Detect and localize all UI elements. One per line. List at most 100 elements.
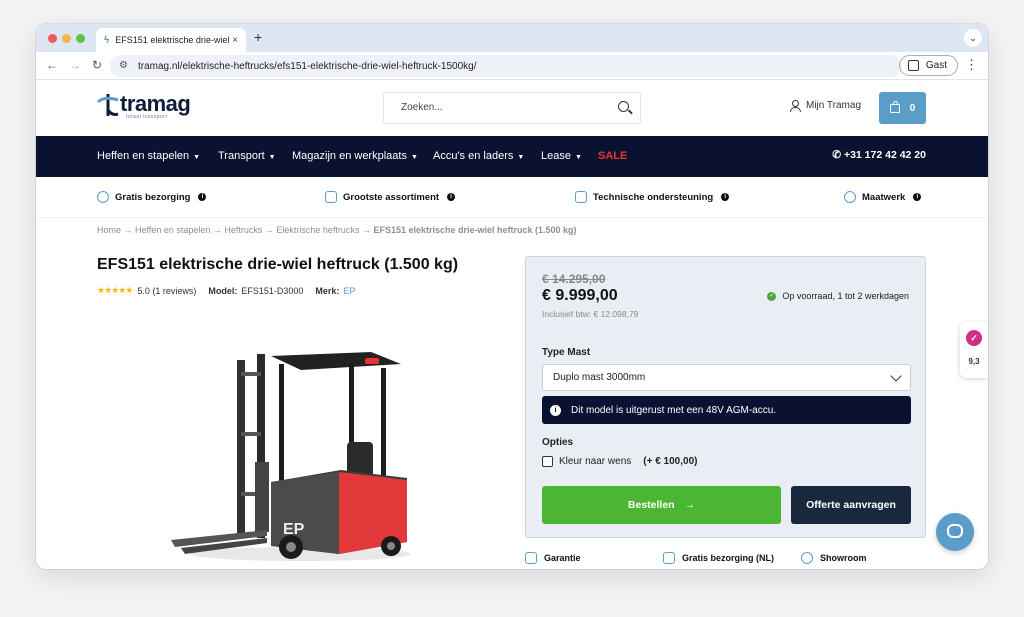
profile-label: Gast (925, 60, 947, 71)
logo-tagline: totaal transport (126, 114, 168, 120)
chevron-down-icon (890, 370, 902, 382)
cart-count: 0 (909, 102, 916, 114)
nav-item-magazijn-en-werkplaats[interactable]: Magazijn en werkplaats ▼ (292, 150, 418, 162)
kiyoh-logo-icon: ✓ (966, 330, 982, 346)
new-tab-icon[interactable]: + (254, 29, 262, 45)
breadcrumb-current: EFS151 elektrische drie-wiel heftruck (1… (373, 225, 577, 235)
forward-icon[interactable]: → (69, 58, 81, 72)
cart-button[interactable]: 0 (879, 92, 926, 124)
usp-technische-ondersteuning[interactable]: Technische ondersteuning i (575, 191, 730, 203)
search-icon[interactable] (618, 101, 629, 112)
phone-icon: ✆ (832, 149, 842, 161)
phone-link[interactable]: ✆ +31 172 42 42 20 (832, 149, 926, 161)
usp-label: Maatwerk (862, 191, 906, 203)
close-window-button[interactable] (48, 34, 57, 43)
chevron-down-icon: ▼ (574, 154, 582, 161)
usp-gratis-bezorging[interactable]: Gratis bezorging i (97, 191, 207, 203)
model-value: EFS151-D3000 (241, 285, 304, 296)
nav-item-lease[interactable]: Lease ▼ (541, 150, 582, 162)
tramag-favicon-icon: ϟ (104, 34, 110, 46)
profile-icon (907, 60, 919, 71)
nav-item-heffen-en-stapelen[interactable]: Heffen en stapelen ▼ (97, 150, 200, 162)
notice-text: Dit model is uitgerust met een 48V AGM-a… (571, 404, 777, 416)
info-icon[interactable]: i (913, 193, 922, 201)
brand-link[interactable]: EP (343, 286, 355, 296)
breadcrumb: Home → Heffen en stapelen → Heftrucks → … (97, 225, 577, 235)
nav-item-sale[interactable]: SALE (598, 150, 627, 162)
order-button[interactable]: Bestellen → (542, 486, 781, 524)
site-settings-icon[interactable]: ⚙ (119, 60, 128, 71)
nav-label: Magazijn en werkplaats (292, 150, 407, 162)
nav-label: Lease (541, 150, 571, 162)
account-link[interactable]: Mijn Tramag (790, 100, 861, 112)
reload-icon[interactable]: ↻ (92, 58, 102, 72)
tab-bar: ϟ EFS151 elektrische drie-wiel heftruck … (36, 24, 988, 52)
euro-icon (97, 191, 109, 203)
usp-label: Garantie (544, 553, 581, 563)
browser-window: ϟ EFS151 elektrische drie-wiel heftruck … (36, 24, 988, 569)
browser-tab[interactable]: ϟ EFS151 elektrische drie-wiel heftruck … (96, 28, 246, 52)
minimize-window-button[interactable] (62, 34, 71, 43)
chevron-down-icon: ▼ (268, 154, 276, 161)
type-mast-label: Type Mast (542, 347, 591, 358)
nav-label: Accu's en laders (433, 150, 514, 162)
rating-text[interactable]: 5.0 (1 reviews) (137, 286, 196, 296)
type-mast-select[interactable]: Duplo mast 3000mm (542, 364, 911, 391)
browser-menu-icon[interactable]: ⋮ (965, 57, 978, 73)
info-icon[interactable]: i (198, 193, 207, 201)
chevron-down-icon: ▼ (193, 154, 201, 161)
breadcrumb-trail[interactable]: Home → Heffen en stapelen → Heftrucks → … (97, 225, 373, 235)
product-image[interactable]: EP (171, 342, 411, 562)
review-badge[interactable]: ✓ 9,3 (960, 322, 988, 378)
nav-item-transport[interactable]: Transport ▼ (218, 150, 276, 162)
usp-label: Gratis bezorging (NL) (682, 553, 774, 563)
main-navigation: Heffen en stapelen ▼ Transport ▼ Magazijn … (36, 136, 988, 177)
stock-text: Op voorraad, 1 tot 2 werkdagen (782, 291, 909, 301)
usp-maatwerk[interactable]: Maatwerk i (844, 191, 922, 203)
usp-garantie: Garantie (525, 552, 581, 564)
back-icon[interactable]: ← (46, 58, 58, 72)
profile-button[interactable]: Gast (898, 55, 958, 76)
nav-item-accus-en-laders[interactable]: Accu's en laders ▼ (433, 150, 524, 162)
wrench-icon (844, 191, 856, 203)
usp-label: Showroom (820, 553, 867, 563)
kleur-checkbox[interactable] (542, 456, 553, 467)
price-incl-vat: Inclusief btw: € 12.098,79 (542, 309, 639, 319)
chevron-down-icon: ▼ (517, 154, 525, 161)
check-circle-icon: ✓ (767, 291, 777, 301)
info-icon[interactable]: i (721, 193, 730, 201)
site-header: tramag totaal transport Zoeken... Mijn T… (36, 80, 988, 136)
option-price: (+ € 100,00) (643, 456, 698, 467)
shopping-bag-icon (889, 100, 900, 113)
chevron-down-icon: ▼ (410, 154, 418, 161)
usp-gratis-bezorging-nl: Gratis bezorging (NL) (663, 552, 774, 564)
order-button-label: Bestellen (627, 499, 675, 511)
phone-number: +31 172 42 42 20 (843, 149, 926, 161)
tramag-logo[interactable]: tramag totaal transport (96, 91, 191, 120)
nav-label: Transport (218, 150, 265, 162)
close-tab-icon[interactable]: × (232, 35, 238, 46)
list-icon (325, 191, 337, 203)
option-kleur[interactable]: Kleur naar wens (+ € 100,00) (542, 456, 697, 467)
logo-text: tramag (120, 91, 191, 116)
brand-label: Merk: (315, 285, 340, 296)
address-bar: ← → ↻ ⚙ tramag.nl/elektrische-heftrucks/… (36, 52, 988, 80)
quote-button[interactable]: Offerte aanvragen (791, 486, 911, 524)
arrow-right-icon: → (684, 499, 696, 511)
zoom-window-button[interactable] (76, 34, 85, 43)
url-field[interactable]: ⚙ tramag.nl/elektrische-heftrucks/efs151… (110, 55, 902, 77)
info-icon[interactable]: i (447, 193, 456, 201)
quote-button-label: Offerte aanvragen (806, 499, 896, 511)
tab-search-chevron-icon[interactable]: ⌄ (964, 29, 982, 47)
chat-button[interactable] (936, 513, 974, 551)
logo-mark-icon (96, 94, 119, 116)
product-title: EFS151 elektrische drie-wiel heftruck (1… (97, 256, 459, 273)
info-icon: i (550, 404, 561, 416)
rating-stars-icon[interactable]: ★★★★★ (97, 285, 133, 296)
usp-label: Grootste assortiment (343, 191, 440, 203)
tab-title: EFS151 elektrische drie-wiel heftruck (1… (115, 35, 232, 45)
search-input[interactable]: Zoeken... (383, 92, 641, 124)
usp-grootste-assortiment[interactable]: Grootste assortiment i (325, 191, 456, 203)
user-icon (790, 100, 801, 112)
model-label: Model: (208, 285, 238, 296)
